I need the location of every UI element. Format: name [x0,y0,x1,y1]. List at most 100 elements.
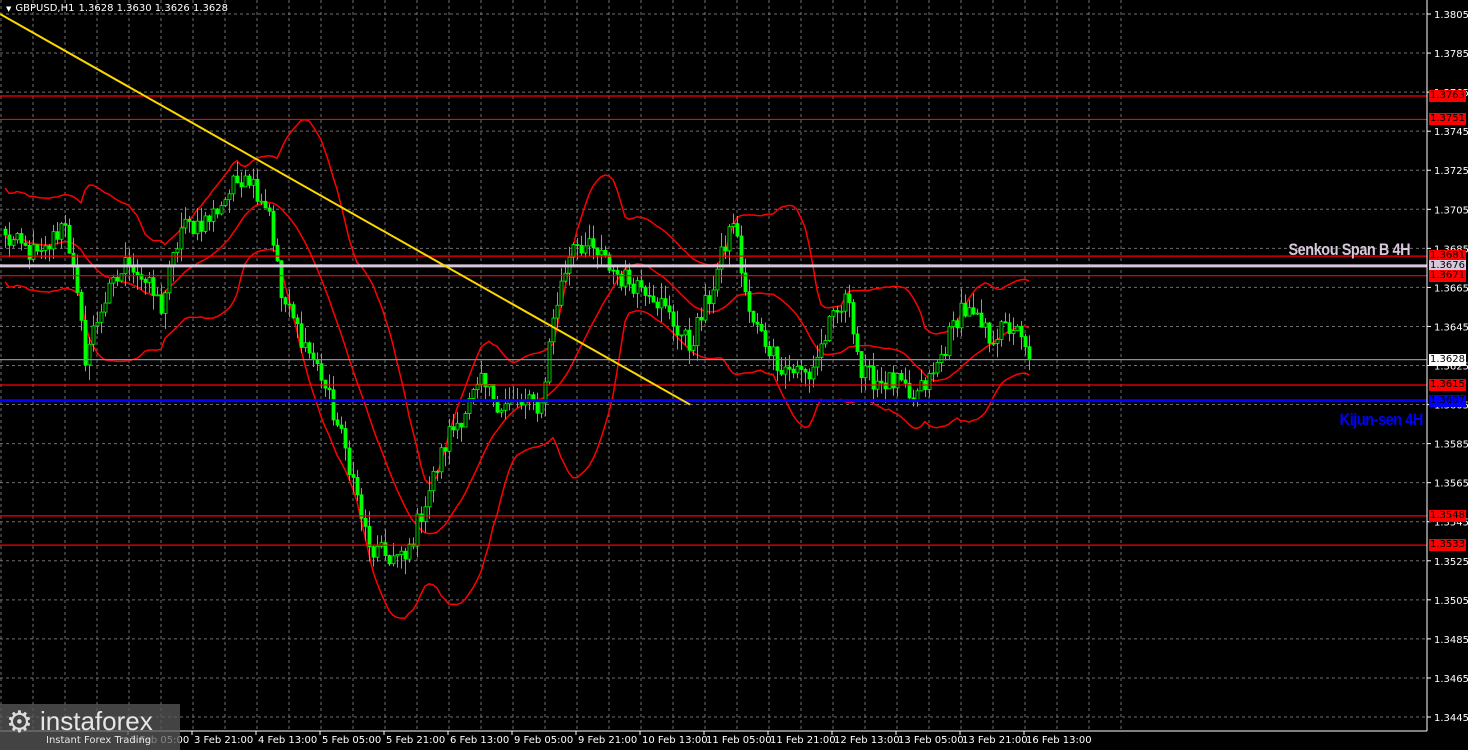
candle-body [135,271,140,275]
time-tick-label: 9 Feb 21:00 [578,735,637,746]
candle-body [119,273,124,282]
candle-body [1003,321,1008,324]
candle-body [931,372,936,375]
candle-body [115,276,120,282]
candle-body [691,345,696,351]
candle-body [963,302,968,317]
candle-body [371,546,376,558]
time-tick-label: 12 Feb 13:00 [834,735,900,746]
candle-body [547,341,552,383]
candle-body [1015,325,1020,331]
candle-body [851,302,856,335]
candle-body [679,334,684,337]
candle-body [339,424,344,429]
candle-body [451,426,456,431]
candle-body [871,365,876,390]
candle-body [847,293,852,303]
instaforex-logo: ⚙ instaforex Instant Forex Trading [0,704,180,750]
candle-body [823,340,828,345]
dropdown-triangle-icon[interactable]: ▼ [6,5,11,13]
candle-body [955,320,960,329]
candle-body [63,223,68,226]
candle-body [87,343,92,366]
price-tick-label: 1.3465 [1434,674,1468,685]
candle-body [327,387,332,391]
candle-body [303,342,308,348]
candle-body [331,389,336,421]
candle-body [799,366,804,370]
candle-body [107,282,112,304]
candle-body [251,178,256,186]
candle-body [883,382,888,390]
candle-body [1007,322,1012,334]
price-tag-level: 1.3615 [1429,379,1466,392]
candle-body [259,200,264,203]
candle-body [1011,330,1016,334]
price-tick-label: 1.3645 [1434,322,1468,333]
logo-brand: instaforex [40,706,153,736]
candle-body [343,428,348,449]
candle-body [971,307,976,315]
candle-body [3,228,8,236]
candle-body [607,254,612,271]
candle-body [399,550,404,555]
price-tick-label: 1.3725 [1434,166,1468,177]
symbol-label: GBPUSD,H1 [15,3,75,14]
candle-body [151,277,156,296]
candle-body [667,305,672,313]
candle-body [559,280,564,306]
price-chart[interactable]: 1.38051.37851.37651.37451.37251.37051.36… [0,0,1468,750]
candle-body [27,244,32,260]
candle-body [247,175,252,186]
candle-body [283,297,288,305]
candle-body [815,356,820,368]
candle-body [643,286,648,296]
candle-body [919,380,924,392]
candle-body [591,238,596,249]
candle-body [99,311,104,323]
candle-body [267,207,272,212]
candle-body [647,295,652,297]
candle-body [859,351,864,379]
candle-body [319,363,324,381]
time-tick-label: 4 Feb 13:00 [258,735,317,746]
candle-body [611,269,616,272]
candle-body [707,295,712,304]
candle-body [15,233,20,241]
price-tag-kijun: 1.3607 [1429,394,1466,407]
candle-body [1023,336,1028,348]
candle-body [819,343,824,358]
candle-body [235,175,240,184]
candle-body [11,239,16,246]
candle-body [175,248,180,253]
candle-body [879,380,884,384]
candle-body [447,426,452,452]
logo-tagline: Instant Forex Trading [46,735,152,746]
candle-body [211,208,216,222]
candle-body [671,311,676,327]
candle-body [627,269,632,285]
candle-body [535,399,540,414]
bollinger-lower [4,248,1030,619]
candle-body [991,342,996,345]
candle-body [787,366,792,370]
candle-body [463,413,468,428]
horizontal-levels [0,95,1427,546]
candle-body [675,325,680,336]
candle-body [731,223,736,228]
candle-body [7,234,12,246]
candle-body [983,322,988,328]
candle-body [431,470,436,492]
candle-body [783,366,788,375]
time-tick-label: 13 Feb 05:00 [898,735,964,746]
candle-body [215,208,220,215]
candle-body [555,304,560,319]
candle-body [191,220,196,235]
candle-body [223,199,228,206]
candle-body [403,550,408,560]
candle-body [763,330,768,347]
candle-body [803,369,808,373]
candle-body [867,365,872,368]
candle-body [895,373,900,389]
candle-body [291,304,296,319]
